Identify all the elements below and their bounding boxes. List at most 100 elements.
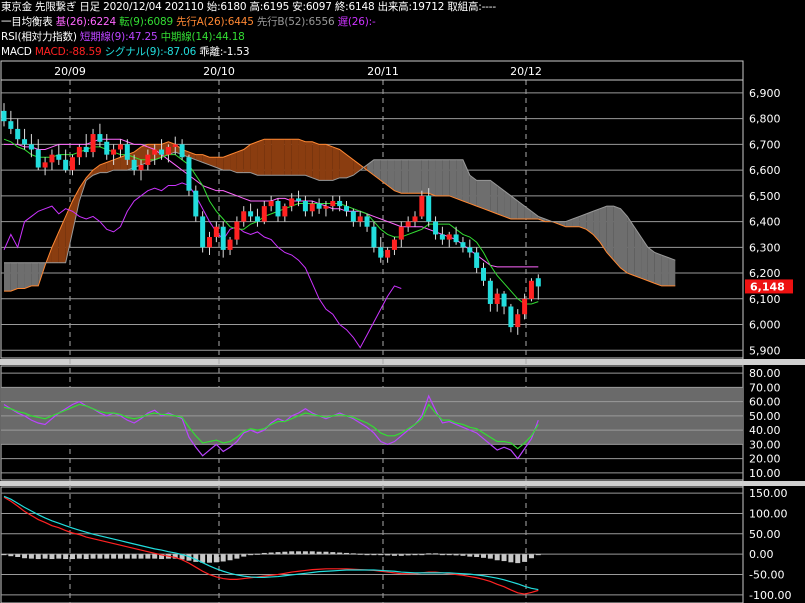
macd-histogram-bar bbox=[268, 552, 274, 555]
macd-histogram-bar bbox=[364, 554, 370, 556]
candle-body bbox=[111, 149, 117, 155]
rsi-tick-label-40.00: 40.00 bbox=[749, 424, 781, 437]
price-tick-label-6,600: 6,600 bbox=[749, 164, 781, 177]
price-tick-label-6,300: 6,300 bbox=[749, 241, 781, 254]
kumo-cloud-segment bbox=[257, 139, 265, 176]
candle-body bbox=[227, 239, 233, 250]
candle-body bbox=[405, 221, 411, 227]
kumo-cloud-segment bbox=[325, 144, 333, 181]
kumo-cloud-segment bbox=[291, 139, 299, 176]
macd-histogram-bar bbox=[248, 554, 254, 556]
rsi-tick-label-20.00: 20.00 bbox=[749, 453, 781, 466]
macd-histogram-bar bbox=[289, 551, 295, 555]
macd-histogram-bar bbox=[508, 554, 514, 563]
macd-histogram-bar bbox=[344, 552, 349, 555]
kumo-cloud-segment bbox=[305, 141, 313, 178]
kumo-cloud-segment bbox=[634, 226, 642, 279]
candle-body bbox=[49, 154, 55, 163]
kumo-cloud-segment bbox=[647, 247, 655, 284]
price-tick-label-6,200: 6,200 bbox=[749, 267, 781, 280]
kumo-cloud-segment bbox=[442, 159, 450, 196]
candle-body bbox=[35, 149, 41, 168]
macd-histogram-bar bbox=[398, 554, 404, 556]
macd-histogram-bar bbox=[234, 554, 240, 559]
kumo-cloud-segment bbox=[415, 159, 422, 194]
macd-histogram-bar bbox=[323, 551, 329, 555]
last-price-label: 6,148 bbox=[750, 280, 785, 293]
macd-histogram-bar bbox=[515, 554, 521, 564]
macd-histogram-bar bbox=[70, 554, 75, 560]
candle-body bbox=[241, 211, 247, 222]
macd-histogram-bar bbox=[124, 554, 130, 559]
macd-histogram-bar bbox=[426, 553, 432, 555]
rsi-tick-label-30.00: 30.00 bbox=[749, 438, 781, 451]
kumo-cloud-segment bbox=[586, 211, 594, 235]
kumo-cloud-segment bbox=[593, 208, 600, 243]
macd-histogram-bar bbox=[316, 551, 322, 555]
rsi-tick-label-80.00: 80.00 bbox=[749, 367, 781, 380]
kumo-cloud-segment bbox=[483, 180, 491, 212]
candle-body bbox=[145, 154, 151, 165]
macd-histogram-bar bbox=[474, 554, 480, 558]
macd-histogram-bar bbox=[357, 553, 363, 555]
chikou-span-line bbox=[3, 182, 402, 349]
candle-body bbox=[234, 221, 240, 240]
macd-histogram-bar bbox=[15, 554, 21, 558]
macd-histogram-bar bbox=[501, 554, 507, 562]
price-tick-label-6,500: 6,500 bbox=[749, 190, 781, 203]
macd-histogram-bar bbox=[337, 552, 343, 555]
candle-body bbox=[501, 293, 507, 307]
candle-body bbox=[344, 206, 349, 212]
kumo-cloud-segment bbox=[456, 159, 463, 201]
macd-histogram-bar bbox=[152, 554, 158, 559]
candle-body bbox=[412, 216, 418, 222]
kumo-cloud-segment bbox=[668, 257, 676, 286]
candle-body bbox=[371, 226, 377, 248]
macd-histogram-bar bbox=[8, 554, 14, 557]
candle-body bbox=[138, 164, 144, 171]
candle-body bbox=[179, 144, 185, 158]
candle-body bbox=[220, 226, 226, 250]
macd-histogram-bar bbox=[330, 552, 336, 555]
candle-body bbox=[426, 195, 432, 222]
macd-histogram-bar bbox=[22, 554, 28, 559]
macd-tick-label--100.00: -100.00 bbox=[749, 589, 791, 602]
candle-body bbox=[97, 134, 103, 142]
candle-body bbox=[419, 195, 425, 217]
candle-body bbox=[302, 200, 308, 212]
macd-histogram-bar bbox=[111, 554, 117, 559]
candle-body bbox=[254, 216, 260, 222]
macd-histogram-bar bbox=[481, 554, 486, 558]
candle-body bbox=[391, 239, 397, 250]
candle-body bbox=[474, 252, 480, 268]
kumo-cloud-segment bbox=[10, 262, 18, 292]
candle-body bbox=[378, 247, 384, 258]
kumo-cloud-segment bbox=[278, 139, 285, 176]
macd-histogram-bar bbox=[439, 554, 445, 556]
macd-histogram-bar bbox=[83, 554, 89, 560]
x-tick-label-20/11: 20/11 bbox=[367, 65, 399, 78]
candle-body bbox=[522, 298, 528, 315]
kumo-cloud-segment bbox=[606, 206, 614, 261]
candle-body bbox=[433, 221, 439, 235]
kumo-cloud-segment bbox=[524, 206, 532, 219]
macd-histogram-bar bbox=[76, 554, 82, 559]
candle-body bbox=[152, 149, 158, 155]
kumo-cloud-segment bbox=[476, 180, 484, 209]
macd-line bbox=[3, 496, 539, 595]
candle-body bbox=[337, 200, 343, 207]
kumo-cloud-segment bbox=[435, 159, 443, 196]
candle-body bbox=[446, 234, 452, 240]
candle-body bbox=[385, 249, 391, 258]
candle-body bbox=[508, 306, 514, 328]
kumo-cloud-segment bbox=[332, 146, 340, 181]
macd-histogram-bar bbox=[535, 554, 541, 556]
macd-histogram-bar bbox=[494, 554, 500, 561]
kumo-cloud-segment bbox=[236, 149, 244, 173]
candle-body bbox=[248, 211, 254, 217]
candle-body bbox=[207, 237, 212, 248]
macd-histogram-bar bbox=[241, 554, 247, 557]
candle-body bbox=[63, 159, 69, 171]
candle-body bbox=[398, 226, 404, 240]
candle-body bbox=[200, 216, 206, 248]
